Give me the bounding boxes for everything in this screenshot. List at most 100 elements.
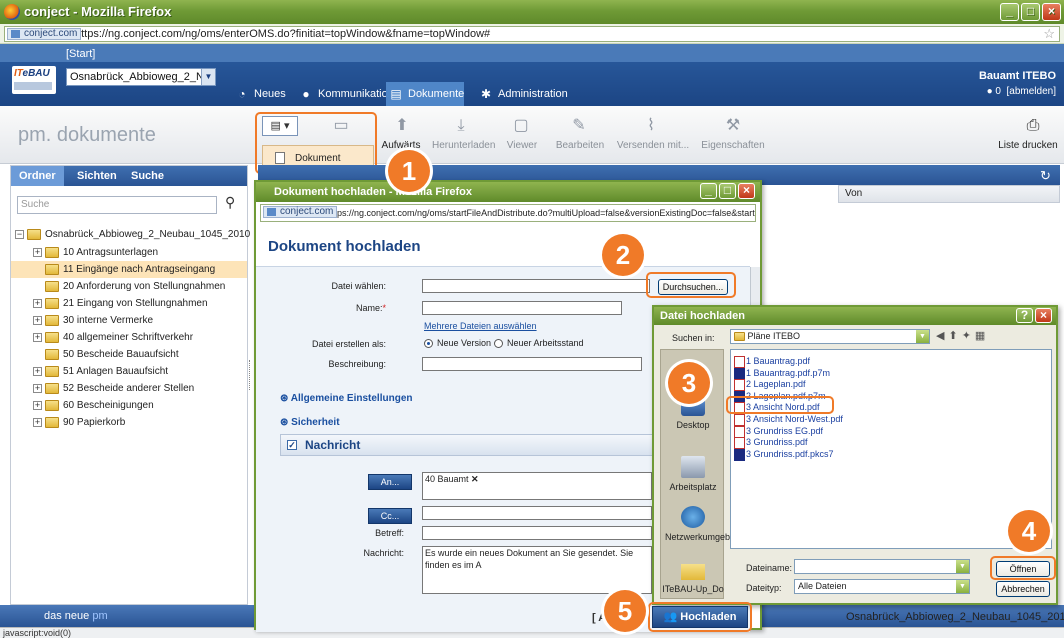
to-button[interactable]: An... [368,474,412,490]
back-icon[interactable]: ◀ [936,330,948,342]
expand-icon[interactable]: + [33,384,42,393]
tab-sichten[interactable]: Sichten [69,166,125,186]
expand-icon[interactable]: + [33,316,42,325]
paperclip-icon[interactable]: ⌇ [640,116,662,136]
start-link[interactable]: [Start] [66,48,95,60]
viewer-icon[interactable]: ▢ [510,116,532,136]
expand-icon[interactable]: + [33,418,42,427]
filename-input[interactable]: ▼ [794,559,970,574]
nav-dokumente[interactable]: ▤ Dokumente [386,82,464,106]
tree-folder-item[interactable]: 20 Anforderung von Stellungnahmen [11,278,247,295]
close-button[interactable]: × [738,183,755,199]
expand-icon[interactable]: + [33,367,42,376]
wrench-icon[interactable]: ⚒ [722,116,744,136]
file-item[interactable]: 3 Ansicht Nord-West.pdf [734,414,843,426]
tree-folder-item[interactable]: +51 Anlagen Bauaufsicht [11,363,247,380]
pencil-icon[interactable]: ✎ [568,116,590,136]
place-arbeitsplatz[interactable]: Arbeitsplatz [661,456,725,492]
tree-folder-item[interactable]: 11 Eingänge nach Antragseingang [11,261,247,278]
tree-folder-item[interactable]: +60 Bescheinigungen [11,397,247,414]
close-button[interactable]: × [1042,3,1061,21]
search-icon[interactable]: ⚲ [225,194,235,211]
nav-neues[interactable]: ◔ Neues [232,82,285,106]
chevron-down-icon[interactable]: ▼ [201,69,215,85]
nav-administration[interactable]: ✱ Administration [476,82,568,106]
tree-folder-item[interactable]: +10 Antragsunterlagen [11,244,247,261]
minimize-button[interactable]: _ [1000,3,1019,21]
section-security[interactable]: ⊛ Sicherheit [280,417,340,428]
expand-icon[interactable]: + [33,333,42,342]
toolbar-viewer[interactable]: Viewer [502,140,542,151]
tree-folder-item[interactable]: +21 Eingang von Stellungnahmen [11,295,247,312]
message-checkbox[interactable]: ✓ [287,440,297,450]
bookmark-star-icon[interactable]: ☆ [1043,27,1055,41]
remove-recipient-icon[interactable]: ✕ [471,474,479,484]
download-icon[interactable]: ⤓ [450,116,472,136]
nav-kommunikation[interactable]: ● Kommunikation [296,82,393,106]
chevron-down-icon[interactable]: ▼ [956,580,969,593]
upload-url-field[interactable]: conject.com https://ng.conject.com/ng/om… [260,204,756,222]
print-list-button[interactable]: Liste drucken [996,140,1060,151]
radio-new-version[interactable] [424,339,433,348]
toolbar-send[interactable]: Versenden mit... [616,140,690,151]
toolbar-properties[interactable]: Eigenschaften [700,140,766,151]
maximize-button[interactable]: □ [719,183,736,199]
lookin-select[interactable]: Pläne ITEBO ▼ [730,329,930,344]
url-field[interactable]: conject.com https://ng.conject.com/ng/om… [4,26,1060,42]
close-button[interactable]: × [1035,308,1052,323]
toolbar-download[interactable]: Herunterladen [432,140,495,151]
multi-file-link[interactable]: Mehrere Dateien auswählen [424,321,537,331]
chevron-down-icon[interactable]: ▼ [956,560,969,573]
logout-link[interactable]: [abmelden] [1007,86,1056,97]
cancel-button[interactable]: Abbrechen [996,581,1050,597]
toolbar-edit[interactable]: Bearbeiten [552,140,608,151]
minimize-button[interactable]: _ [700,183,717,199]
file-item[interactable]: 2 Lageplan.pdf [734,379,806,392]
tab-suche[interactable]: Suche [123,166,172,186]
description-input[interactable] [422,357,642,371]
file-item[interactable]: 1 Bauantrag.pdf.p7m [734,367,830,380]
message-textarea[interactable]: Es wurde ein neues Dokument an Sie gesen… [422,546,652,594]
radio-new-state[interactable] [494,339,503,348]
place-itebau[interactable]: ITeBAU-Up_Do [661,564,725,594]
file-item[interactable]: 1 Bauantrag.pdf [734,356,810,368]
file-input[interactable] [422,279,650,293]
file-item[interactable]: 3 Grundriss EG.pdf [734,425,823,438]
search-input[interactable]: Suche [17,196,217,214]
tree-root[interactable]: − Osnabrück_Abbioweg_2_Neubau_1045_2010 [11,226,250,243]
file-item[interactable]: 3 Grundriss.pdf.pkcs7 [734,448,834,461]
expand-icon[interactable]: + [33,401,42,410]
folder-up-icon[interactable]: ⬆ [391,116,413,136]
sidebar-splitter[interactable] [249,360,253,390]
project-select[interactable]: Osnabrück_Abbioweg_2_Neubau ▼ [66,68,216,86]
new-folder-icon[interactable]: ✦ [962,330,975,342]
file-item[interactable]: 3 Grundriss.pdf [734,437,808,450]
name-input[interactable] [422,301,622,315]
printer-icon[interactable]: ⎙ [1022,116,1044,136]
expand-icon[interactable]: + [33,299,42,308]
filetype-select[interactable]: Alle Dateien ▼ [794,579,970,594]
place-network[interactable]: Netzwerkumgebung [661,506,745,542]
expand-icon[interactable]: + [33,248,42,257]
cc-field[interactable] [422,506,652,520]
refresh-icon[interactable]: ↻ [1040,168,1051,184]
tab-ordner[interactable]: Ordner [11,166,64,186]
column-von[interactable]: Von [838,185,1060,203]
toolbar-up[interactable]: Aufwärts [374,140,428,151]
to-recipients-field[interactable]: 40 Bauamt ✕ [422,472,652,500]
nav-icons[interactable]: ◀⬆✦▦ [936,329,989,342]
tree-folder-item[interactable]: +40 allgemeiner Schriftverkehr [11,329,247,346]
tree-folder-item[interactable]: 50 Bescheide Bauaufsicht [11,346,247,363]
view-menu-icon[interactable]: ▦ [975,330,989,342]
chevron-down-icon[interactable]: ▼ [916,330,929,343]
tree-folder-item[interactable]: +52 Bescheide anderer Stellen [11,380,247,397]
up-folder-icon[interactable]: ⬆ [948,330,961,342]
site-identity[interactable]: conject.com [7,28,82,40]
help-button[interactable]: ? [1016,308,1033,323]
section-general[interactable]: ⊛ Allgemeine Einstellungen [280,393,413,404]
place-desktop[interactable]: Desktop [661,394,725,430]
tree-folder-item[interactable]: +90 Papierkorb [11,414,247,431]
subject-input[interactable] [422,526,652,540]
collapse-icon[interactable]: − [15,230,24,239]
tree-folder-item[interactable]: +30 interne Vermerke [11,312,247,329]
